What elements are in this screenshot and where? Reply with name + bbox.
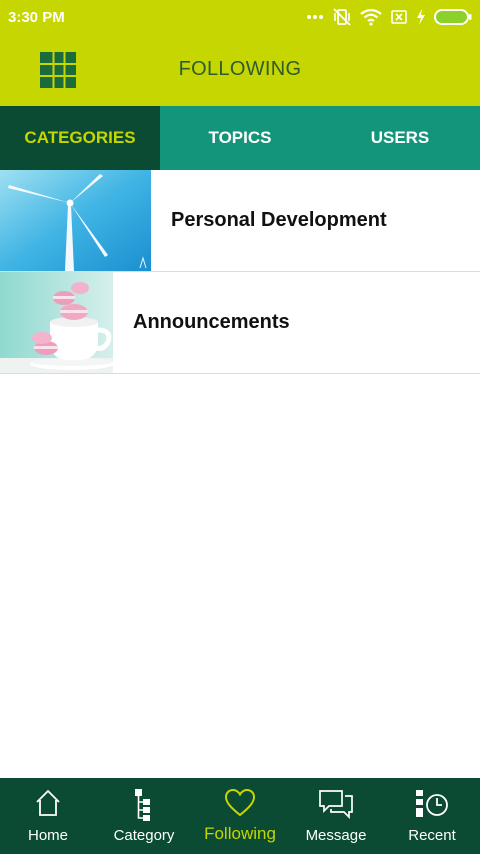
vibrate-off-icon <box>332 7 352 27</box>
tab-categories[interactable]: CATEGORIES <box>0 106 160 170</box>
wifi-icon <box>360 8 382 26</box>
nav-home[interactable]: Home <box>0 778 96 854</box>
more-dots-icon <box>306 14 324 20</box>
chat-bubbles-icon <box>319 790 353 820</box>
nav-label: Message <box>305 827 367 844</box>
category-list: Personal Development Announcements <box>0 170 480 374</box>
category-item-announcements[interactable]: Announcements <box>0 272 480 374</box>
status-bar: 3:30 PM <box>0 0 480 34</box>
tab-bar: CATEGORIES TOPICS USERS <box>0 106 480 170</box>
page-title: FOLLOWING <box>178 58 302 80</box>
nav-category[interactable]: Category <box>96 778 192 854</box>
home-icon <box>36 789 60 816</box>
heart-icon <box>224 788 256 817</box>
sim-blocked-icon <box>390 8 408 26</box>
category-title: Personal Development <box>171 209 387 231</box>
app-header: FOLLOWING <box>0 34 480 106</box>
category-thumbnail-wind-turbine <box>0 170 151 271</box>
category-item-personal-development[interactable]: Personal Development <box>0 170 480 272</box>
tab-users[interactable]: USERS <box>320 106 480 170</box>
status-icons <box>306 5 472 29</box>
nav-recent[interactable]: Recent <box>384 778 480 854</box>
nav-label: Recent <box>408 827 456 844</box>
category-thumbnail-macarons <box>0 272 113 373</box>
charging-icon <box>416 9 426 25</box>
nav-label: Category <box>113 827 175 844</box>
tree-icon <box>135 789 150 821</box>
battery-icon <box>434 9 472 25</box>
status-time: 3:30 PM <box>8 9 65 26</box>
recent-clock-icon <box>416 790 448 817</box>
nav-following[interactable]: Following <box>192 778 288 854</box>
tab-topics[interactable]: TOPICS <box>160 106 320 170</box>
nav-message[interactable]: Message <box>288 778 384 854</box>
category-title: Announcements <box>133 311 290 333</box>
nav-label: Following <box>204 824 276 843</box>
bottom-nav: Home Category Following Message Recent <box>0 778 480 854</box>
nav-label: Home <box>27 827 68 844</box>
